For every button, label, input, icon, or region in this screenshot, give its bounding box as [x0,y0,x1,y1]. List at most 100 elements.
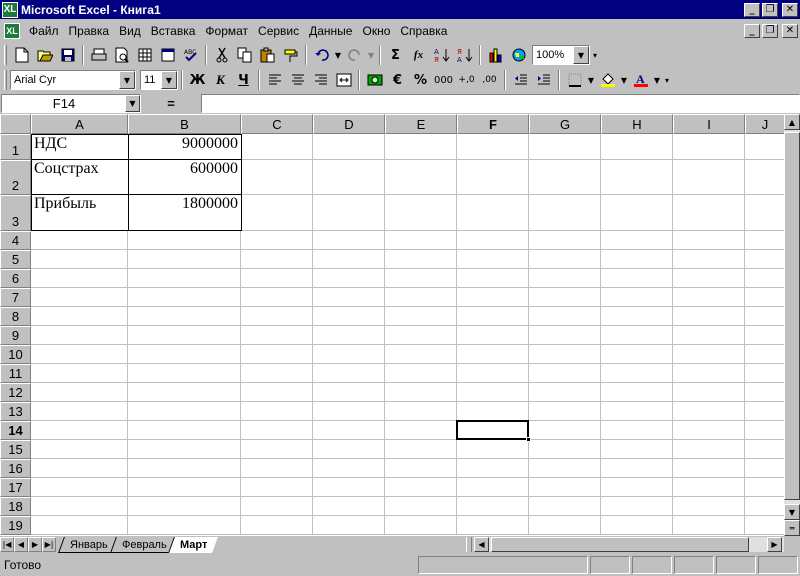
cell[interactable] [673,478,745,497]
cell[interactable] [745,345,784,364]
cell[interactable] [313,288,385,307]
cell[interactable] [673,364,745,383]
row-header[interactable]: 16 [0,459,31,478]
window-icon[interactable] [156,44,179,66]
open-icon[interactable] [33,44,56,66]
fill-color-icon[interactable] [596,69,619,91]
cell[interactable] [673,160,745,195]
row-header[interactable]: 7 [0,288,31,307]
cell[interactable] [457,160,529,195]
cell[interactable] [529,345,601,364]
cell[interactable] [745,231,784,250]
percent-button[interactable]: % [409,69,432,91]
cell[interactable] [241,288,313,307]
cell[interactable] [457,383,529,402]
print-icon[interactable] [87,44,110,66]
borders-dropdown-icon[interactable]: ▼ [586,69,596,91]
cell[interactable] [745,364,784,383]
menu-help[interactable]: Справка [395,24,452,38]
formula-input[interactable] [201,94,800,113]
close-button[interactable]: ✕ [782,2,798,17]
cell[interactable] [529,516,601,535]
cell[interactable] [313,231,385,250]
row-header[interactable]: 1 [0,134,31,160]
scroll-down-icon[interactable]: ▼ [784,504,800,520]
cell[interactable] [31,288,128,307]
cell[interactable] [457,440,529,459]
font-color-icon[interactable]: A [629,69,652,91]
scroll-up-icon[interactable]: ▲ [784,114,800,130]
name-box-dropdown-icon[interactable]: ▼ [125,95,140,112]
toolbar-more-icon[interactable]: ▾ [662,69,672,91]
worksheet-grid[interactable]: A B C D E F G H I J 1 2 3 4 5 6 7 8 9 10 11 12 13 14 15 16 17 18 19 Н… [0,114,784,536]
cell[interactable] [313,345,385,364]
copy-icon[interactable] [233,44,256,66]
cell[interactable] [385,269,457,288]
cell[interactable] [745,421,784,440]
cell[interactable] [128,440,241,459]
cell[interactable] [457,288,529,307]
cell[interactable] [128,402,241,421]
cell[interactable] [385,516,457,535]
prev-sheet-icon[interactable]: ◀ [14,537,28,552]
cell[interactable] [241,269,313,288]
menu-edit[interactable]: Правка [64,24,115,38]
cell[interactable] [457,497,529,516]
row-header[interactable]: 15 [0,440,31,459]
cell[interactable] [601,516,673,535]
cell[interactable] [385,231,457,250]
first-sheet-icon[interactable]: |◀ [0,537,14,552]
cell[interactable] [385,440,457,459]
cell[interactable] [457,345,529,364]
cell[interactable] [673,345,745,364]
doc-restore-button[interactable]: ❐ [762,23,778,38]
cell[interactable] [457,459,529,478]
column-header[interactable]: J [745,114,784,134]
cell[interactable] [241,231,313,250]
toolbar-grip[interactable] [4,45,7,65]
cell[interactable] [31,459,128,478]
scroll-left-icon[interactable]: ◀ [474,537,489,552]
row-header[interactable]: 10 [0,345,31,364]
align-left-icon[interactable] [263,69,286,91]
cell[interactable] [529,478,601,497]
cell[interactable] [745,459,784,478]
cell[interactable] [385,402,457,421]
cell[interactable] [128,478,241,497]
function-icon[interactable]: fx [407,44,430,66]
row-header[interactable]: 4 [0,231,31,250]
cell[interactable] [385,383,457,402]
font-select[interactable]: Arial Cyr ▼ [10,70,136,90]
cell[interactable] [313,326,385,345]
cell[interactable] [31,383,128,402]
split-handle-icon[interactable]: ═ [784,520,800,536]
cell[interactable] [673,134,745,160]
cell[interactable] [673,440,745,459]
thousands-button[interactable]: 000 [432,69,455,91]
cell[interactable] [745,250,784,269]
cell[interactable] [529,440,601,459]
cell[interactable] [313,402,385,421]
cell[interactable] [31,402,128,421]
cell[interactable] [529,134,601,160]
vertical-scroll-thumb[interactable] [784,132,800,500]
cell[interactable] [128,421,241,440]
sort-descending-icon[interactable]: ЯA [453,44,476,66]
row-header[interactable]: 9 [0,326,31,345]
row-header[interactable]: 13 [0,402,31,421]
cell[interactable] [31,497,128,516]
undo-icon[interactable] [310,44,333,66]
cell[interactable] [313,195,385,231]
redo-dropdown-icon[interactable]: ▼ [366,44,376,66]
menu-insert[interactable]: Вставка [146,24,201,38]
cell[interactable] [241,195,313,231]
cell[interactable] [457,307,529,326]
cell-value[interactable]: 9000000 [128,134,242,160]
cell[interactable] [601,364,673,383]
font-color-dropdown-icon[interactable]: ▼ [652,69,662,91]
cell[interactable] [31,364,128,383]
new-icon[interactable] [10,44,33,66]
cell[interactable] [457,364,529,383]
print-preview-icon[interactable] [110,44,133,66]
menu-view[interactable]: Вид [114,24,146,38]
